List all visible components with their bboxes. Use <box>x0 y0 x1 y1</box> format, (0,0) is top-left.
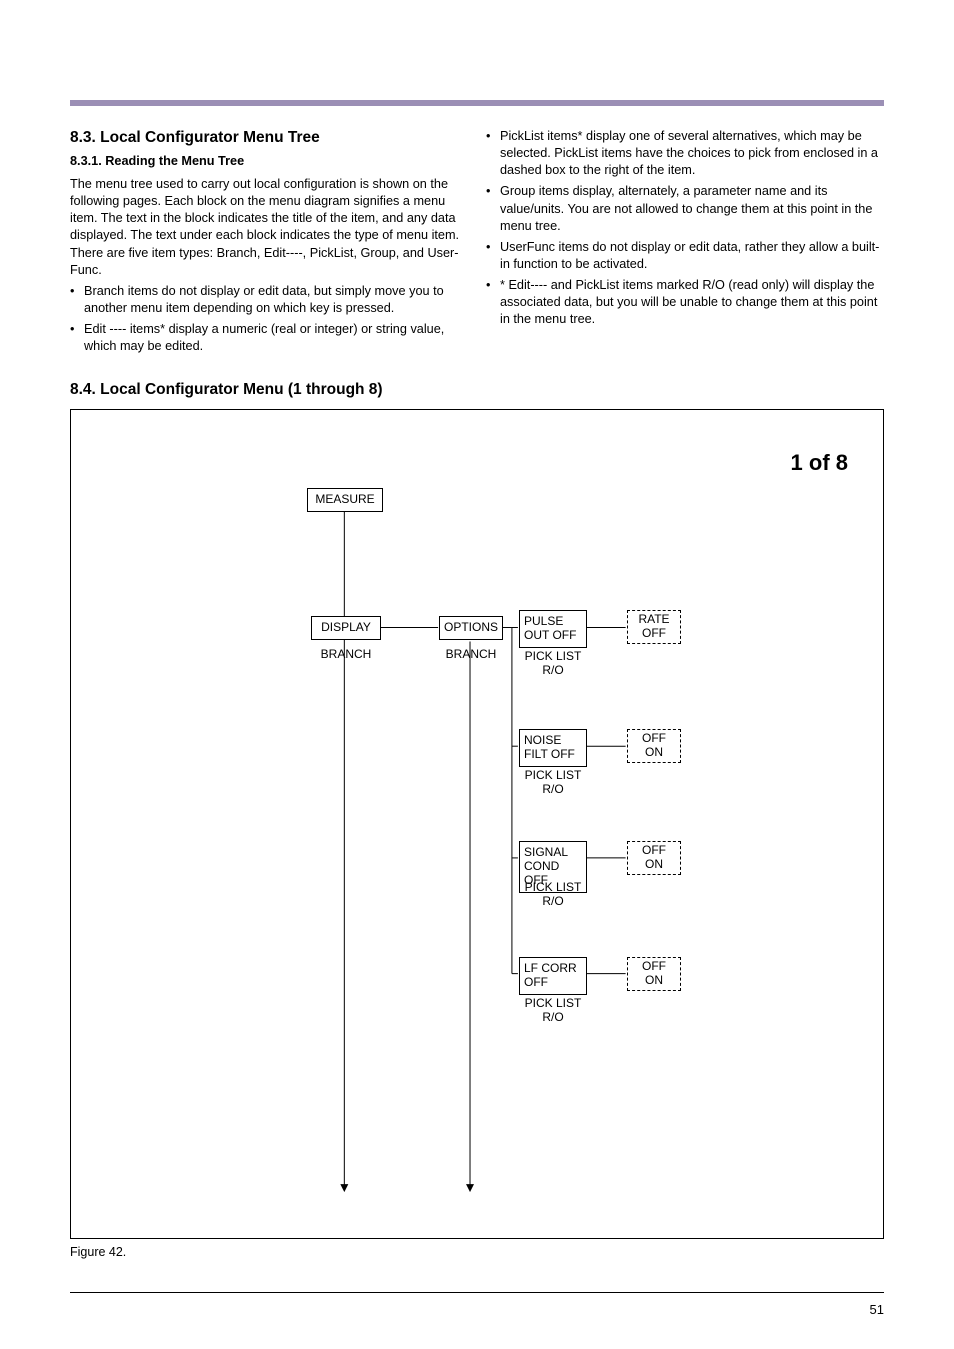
menu-tree-diagram: 1 of 8 <box>70 409 884 1239</box>
bullet-item: Branch items do not display or edit data… <box>70 283 468 317</box>
left-column: 8.3. Local Configurator Menu Tree 8.3.1.… <box>70 128 468 359</box>
label-picklist-ro: PICK LIST R/O <box>519 650 587 678</box>
dashed-rate-off: RATE OFF <box>627 610 681 644</box>
header-rule <box>70 100 884 106</box>
page-content: 8.3. Local Configurator Menu Tree 8.3.1.… <box>70 100 884 1259</box>
node-display: DISPLAY <box>311 616 381 640</box>
bullet-item: PickList items* display one of several a… <box>486 128 884 179</box>
label-branch: BRANCH <box>311 648 381 662</box>
node-options: OPTIONS <box>439 616 503 640</box>
section-8-3-heading: 8.3. Local Configurator Menu Tree <box>70 128 468 149</box>
intro-columns: 8.3. Local Configurator Menu Tree 8.3.1.… <box>70 128 884 359</box>
label-branch: BRANCH <box>439 648 503 662</box>
bullet-item: Group items display, alternately, a para… <box>486 183 884 234</box>
page-indicator: 1 of 8 <box>791 450 848 476</box>
node-lfcorr: LF CORR OFF <box>519 957 587 995</box>
node-measure: MEASURE <box>307 488 383 512</box>
bullet-item: * Edit---- and PickList items marked R/O… <box>486 277 884 328</box>
dashed-off-on: OFF ON <box>627 841 681 875</box>
right-bullets: PickList items* display one of several a… <box>486 128 884 329</box>
intro-paragraph: The menu tree used to carry out local co… <box>70 176 468 279</box>
label-picklist-ro: PICK LIST R/O <box>519 769 587 797</box>
bullet-item: UserFunc items do not display or edit da… <box>486 239 884 273</box>
connector-lines <box>71 410 883 1238</box>
figure-caption: Figure 42. <box>70 1245 884 1259</box>
section-8-4-heading: 8.4. Local Configurator Menu (1 through … <box>70 381 884 399</box>
left-bullets: Branch items do not display or edit data… <box>70 283 468 356</box>
dashed-off-on: OFF ON <box>627 729 681 763</box>
node-pulse: PULSE OUT OFF <box>519 610 587 648</box>
label-picklist-ro: PICK LIST R/O <box>519 881 587 909</box>
bullet-item: Edit ---- items* display a numeric (real… <box>70 321 468 355</box>
page-number: 51 <box>870 1302 884 1317</box>
label-picklist-ro: PICK LIST R/O <box>519 997 587 1025</box>
section-8-3-1-heading: 8.3.1. Reading the Menu Tree <box>70 153 468 170</box>
node-noise: NOISE FILT OFF <box>519 729 587 767</box>
footer-rule <box>70 1292 884 1293</box>
right-column: PickList items* display one of several a… <box>486 128 884 359</box>
dashed-off-on: OFF ON <box>627 957 681 991</box>
